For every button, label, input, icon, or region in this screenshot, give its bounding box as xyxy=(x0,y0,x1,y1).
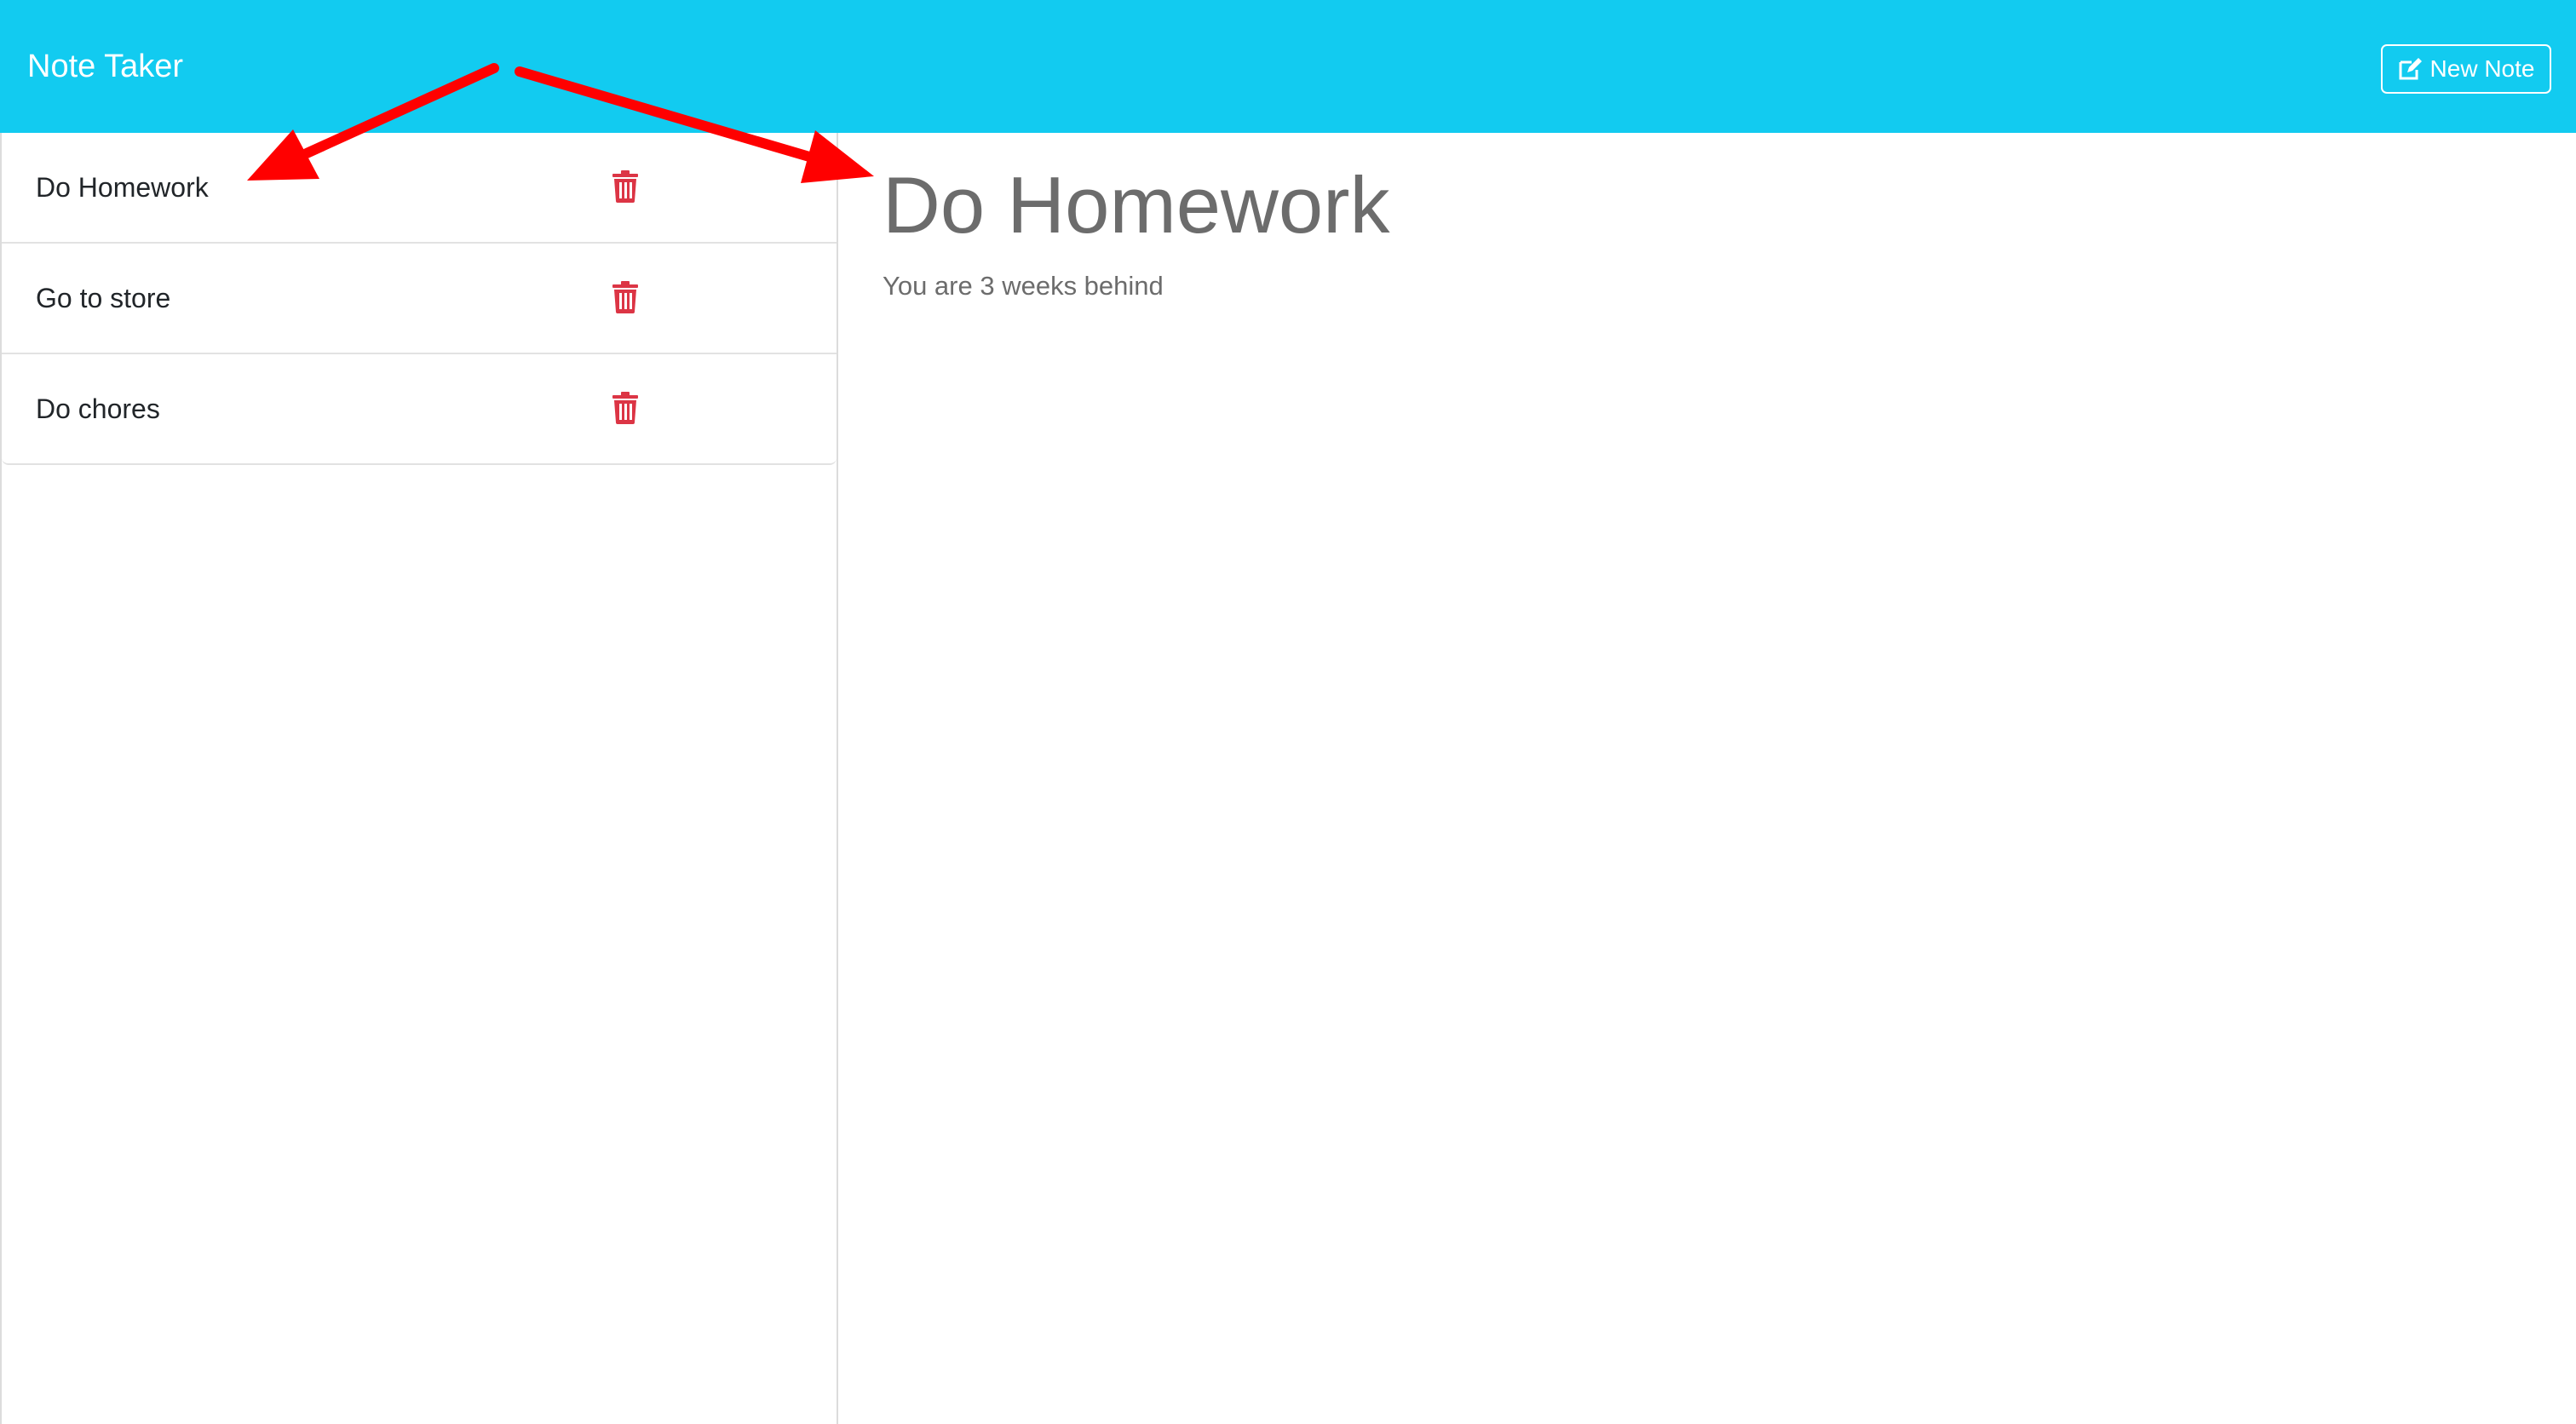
note-title[interactable]: Do Homework xyxy=(36,170,209,204)
trash-icon[interactable] xyxy=(611,281,640,313)
note-list: Do Homework Go to store Do chores xyxy=(2,133,837,465)
edit-icon xyxy=(2398,57,2424,81)
new-note-label: New Note xyxy=(2429,55,2535,82)
trash-icon[interactable] xyxy=(611,392,640,424)
note-title-input[interactable]: Do Homework xyxy=(883,158,1390,252)
note-text-area[interactable]: You are 3 weeks behind xyxy=(883,269,1164,303)
list-item[interactable]: Go to store xyxy=(2,244,837,354)
note-taker-app: Note Taker New Note Do Homework Go to st… xyxy=(0,0,2576,1424)
navbar: Note Taker New Note xyxy=(0,0,2576,133)
note-title[interactable]: Go to store xyxy=(36,281,170,315)
list-item[interactable]: Do Homework xyxy=(2,133,837,244)
list-item[interactable]: Do chores xyxy=(2,354,837,465)
app-brand[interactable]: Note Taker xyxy=(27,44,183,89)
note-title[interactable]: Do chores xyxy=(36,392,160,426)
trash-icon[interactable] xyxy=(611,170,640,203)
notes-sidebar: Do Homework Go to store Do chores xyxy=(0,133,838,1424)
new-note-button[interactable]: New Note xyxy=(2381,44,2551,94)
